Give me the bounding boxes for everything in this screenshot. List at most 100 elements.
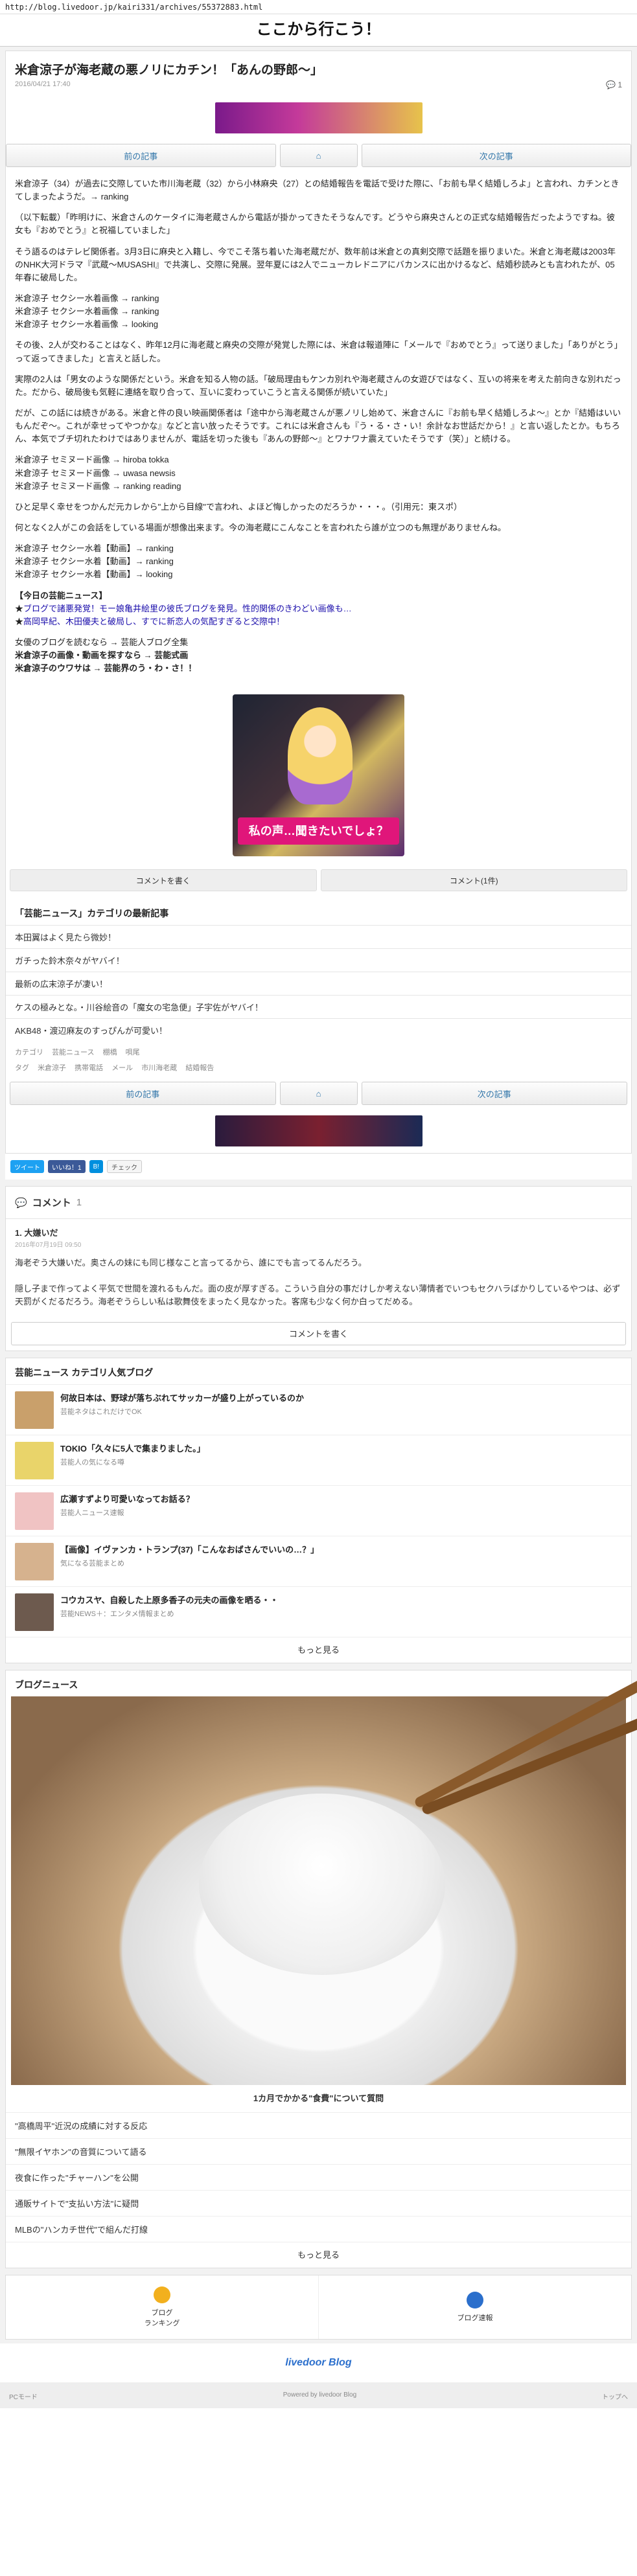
share-bar: ツイート いいね！1 B! チェック (5, 1154, 632, 1180)
paragraph: 実際の2人は「男女のような関係だという。米倉を知る人物の話。「破局理由もケンカ別… (15, 374, 621, 397)
next-article-button[interactable]: 次の記事 (361, 144, 631, 167)
popular-item[interactable]: TOKIO「久々に5人で集まりました。」 芸能人の気になる噂 (6, 1434, 631, 1485)
home-button[interactable]: ⌂ (279, 1082, 358, 1106)
blog-link[interactable]: 米倉涼子の画像・動画を探すなら → 芸能式画 (15, 649, 622, 662)
next-article-button[interactable]: 次の記事 (361, 1082, 627, 1106)
nav-top: 前の記事 ⌂ 次の記事 (6, 140, 631, 171)
tag-link[interactable]: メール (111, 1064, 133, 1072)
blog-ranking-button[interactable]: ブログ ランキング (6, 2275, 318, 2339)
list-item[interactable]: "無限イヤホン"の音質について語る (6, 2137, 631, 2164)
popular-more-button[interactable]: もっと見る (6, 1636, 631, 1663)
footer: PCモード Powered by livedoor Blog トップへ (0, 2382, 637, 2408)
thumbnail (15, 1391, 54, 1429)
blog-news-list: "高橋周平"近況の成績に対する反応 "無限イヤホン"の音質について語る 夜食に作… (6, 2112, 631, 2242)
ad-character (288, 707, 353, 805)
crown-icon (154, 2286, 170, 2303)
list-item[interactable]: ケスの極みとな。・川谷絵音の「魔女の宅急便」子宇佐がヤバイ！ (6, 995, 631, 1018)
lightning-icon (467, 2291, 483, 2308)
popular-item[interactable]: 何故日本は、野球が落ちぶれてサッカーが盛り上がっているのか 芸能ネタはこれだけでO… (6, 1384, 631, 1435)
thumbnail (15, 1593, 54, 1631)
thumbnail (15, 1542, 54, 1580)
list-item[interactable]: MLBの"ハンカチ世代"で組んだ打線 (6, 2215, 631, 2242)
list-item[interactable]: "高橋周平"近況の成績に対する反応 (6, 2112, 631, 2138)
like-button[interactable]: いいね！1 (48, 1160, 86, 1174)
today-news: 【今日の芸能ニュース】 ★ブログで諸悪発覚！モー娘亀井絵里の彼氏ブログを発見。性… (15, 589, 622, 628)
powered-by: Powered by livedoor Blog (283, 2391, 357, 2399)
comment-entry: 1. 大嫌いだ 2016年07月19日 09:50 海老ぞう大嫌いだ。奥さんの妹… (6, 1219, 631, 1316)
list-item[interactable]: 夜食に作った"チャーハン"を公開 (6, 2163, 631, 2190)
footer-links: 女優のブログを読むなら → 芸能人ブログ全集 米倉涼子の画像・動画を探すなら →… (15, 636, 622, 675)
hatena-button[interactable]: B! (89, 1160, 104, 1174)
popular-item[interactable]: 【画像】イヴァンカ・トランプ(37)「こんなおばさんでいいの…？」 気になる芸能ま… (6, 1535, 631, 1586)
home-button[interactable]: ⌂ (279, 144, 358, 167)
list-item[interactable]: 通販サイトで"支払い方法"に疑問 (6, 2189, 631, 2216)
prev-article-button[interactable]: 前の記事 (10, 1082, 276, 1106)
prev-article-button[interactable]: 前の記事 (6, 144, 276, 167)
livedoor-logo[interactable]: livedoor Blog (0, 2343, 637, 2382)
tag-link[interactable]: 携帯電話 (75, 1064, 103, 1072)
list-item[interactable]: ガチった鈴木奈々がヤバイ！ (6, 948, 631, 972)
comment-count-badge[interactable]: 💬 1 (606, 80, 622, 89)
category-latest-title: 「芸能ニュース」カテゴリの最新記事 (15, 908, 169, 919)
tag-link[interactable]: 結婚報告 (185, 1064, 214, 1072)
write-comment-button[interactable]: コメントを書く (11, 1321, 626, 1345)
ranking-links[interactable]: 米倉涼子 セクシー水着画像 → ranking 米倉涼子 セクシー水着画像 → … (15, 292, 622, 331)
rice-bowl (199, 1793, 445, 1975)
pc-mode-link[interactable]: PCモード (9, 2391, 38, 2401)
news-more-button[interactable]: もっと見る (6, 2241, 631, 2268)
blog-link[interactable]: 女優のブログを読むなら → 芸能人ブログ全集 (15, 636, 622, 649)
blog-news: ブログニュース 1カ月でかかる"食費"について質問 "高橋周平"近況の成績に対す… (5, 1669, 637, 2268)
paragraph: だが、この話には続きがある。米倉と件の良い映画関係者は「途中から海老蔵さんが悪ノ… (15, 407, 621, 444)
top-link[interactable]: トップへ (602, 2391, 628, 2401)
ranking-links[interactable]: 米倉涼子 セミヌード画像 → hiroba tokka 米倉涼子 セミヌード画像… (15, 453, 622, 492)
comments-header: 💬 コメント 1 (6, 1187, 631, 1220)
comment-author: 1. 大嫌いだ (15, 1228, 58, 1238)
category-latest-list: 本田翼はよく見たら微妙！ ガチった鈴木奈々がヤバイ！ 最新の広末涼子が凄い！ ケ… (6, 925, 631, 1042)
popular-item[interactable]: 広瀬すずより可愛いなってお話る？ 芸能人ニュース速報 (6, 1485, 631, 1536)
photo-caption[interactable]: 1カ月でかかる"食費"について質問 (11, 2084, 626, 2112)
list-item[interactable]: 本田翼はよく見たら微妙！ (6, 925, 631, 948)
comment-date: 2016年07月19日 09:50 (15, 1241, 82, 1249)
blog-news-button[interactable]: ブログ速報 (318, 2275, 631, 2339)
category-link[interactable]: 唄尾 (126, 1049, 140, 1056)
paragraph: 米倉涼子（34）が過去に交際していた市川海老蔵（32）から小林麻央（27）との結… (15, 179, 620, 202)
today-news-link[interactable]: ★高岡早紀、木田優夫と破局し、すでに新恋人の気配すぎると交際中！ (15, 615, 622, 628)
article-body: 米倉涼子（34）が過去に交際していた市川海老蔵（32）から小林麻央（27）との結… (6, 171, 631, 681)
paragraph: その後、2人が交わることはなく、昨年12月に海老蔵と麻央の交際が発覚した際には、… (15, 340, 619, 363)
blog-news-title: ブログニュース (15, 1679, 78, 1690)
thumbnail (15, 1492, 54, 1530)
tag-link[interactable]: 米倉涼子 (38, 1064, 66, 1072)
check-button[interactable]: チェック (107, 1160, 143, 1174)
nav-bottom: 前の記事 ⌂ 次の記事 (6, 1078, 631, 1109)
article-title: 米倉涼子が海老蔵の悪ノリにカチン！「あんの野郎〜」 (15, 63, 323, 77)
article-date: 2016/04/21 17:40 (15, 80, 71, 88)
category-link[interactable]: 芸能ニュース (52, 1049, 94, 1056)
tag-link[interactable]: 市川海老蔵 (141, 1064, 177, 1072)
comments-section: 💬 コメント 1 1. 大嫌いだ 2016年07月19日 09:50 海老ぞう大… (5, 1186, 632, 1351)
page-wrap: 米倉涼子が海老蔵の悪ノリにカチン！「あんの野郎〜」 2016/04/21 17:… (0, 47, 637, 2343)
popular-title: 芸能ニュース カテゴリ人気ブログ (15, 1367, 154, 1378)
paragraph: （以下転載）「昨明けに、米倉さんのケータイに海老蔵さんから電話が掛かってきたそう… (15, 212, 615, 236)
list-item[interactable]: 最新の広末涼子が凄い！ (6, 972, 631, 995)
write-comment-button[interactable]: コメントを書く (10, 869, 317, 892)
today-news-link[interactable]: ★ブログで諸悪発覚！モー娘亀井絵里の彼氏ブログを発見。性的関係のきわどい画像も… (15, 602, 622, 615)
ad-caption: 私の声…聞きたいでしょ？ (238, 817, 399, 845)
rice-photo[interactable] (11, 1671, 637, 2085)
site-title[interactable]: ここから行こう！ (0, 14, 637, 47)
today-news-label: 【今日の芸能ニュース】 (15, 590, 108, 600)
paragraph: ひと足早く幸せをつかんだ元カレから"上から目線"で言われ、よほど悔しかったのだろ… (15, 501, 463, 512)
list-item[interactable]: AKB48・渡辺麻友のすっぴんが可愛い！ (6, 1018, 631, 1042)
popular-item[interactable]: コウカスヤ、自殺した上原多香子の元夫の画像を晒る・・ 芸能NEWS＋：エンタメ情報… (6, 1586, 631, 1637)
game-banner-ad[interactable] (214, 1115, 423, 1147)
anime-ad-image[interactable]: 私の声…聞きたいでしょ？ (233, 694, 404, 857)
tag-row: タグ 米倉涼子 携帯電話 メール 市川海老蔵 結婚報告 (15, 1064, 214, 1073)
popular-blogs: 芸能ニュース カテゴリ人気ブログ 何故日本は、野球が落ちぶれてサッカーが盛り上が… (5, 1357, 632, 1663)
blog-link[interactable]: 米倉涼子のウワサは → 芸能界のう・わ・さ！！ (15, 662, 622, 675)
address-bar[interactable]: http://blog.livedoor.jp/kairi331/archive… (0, 0, 637, 14)
ranking-links[interactable]: 米倉涼子 セクシー水着【動画】→ ranking 米倉涼子 セクシー水着【動画】… (15, 542, 622, 581)
tweet-button[interactable]: ツイート (10, 1160, 44, 1174)
app-banner-ad[interactable] (214, 102, 423, 133)
category-link[interactable]: 棚橋 (103, 1049, 117, 1056)
chopstick (421, 1704, 637, 1816)
comment-count-button[interactable]: コメント(1件) (320, 869, 627, 892)
